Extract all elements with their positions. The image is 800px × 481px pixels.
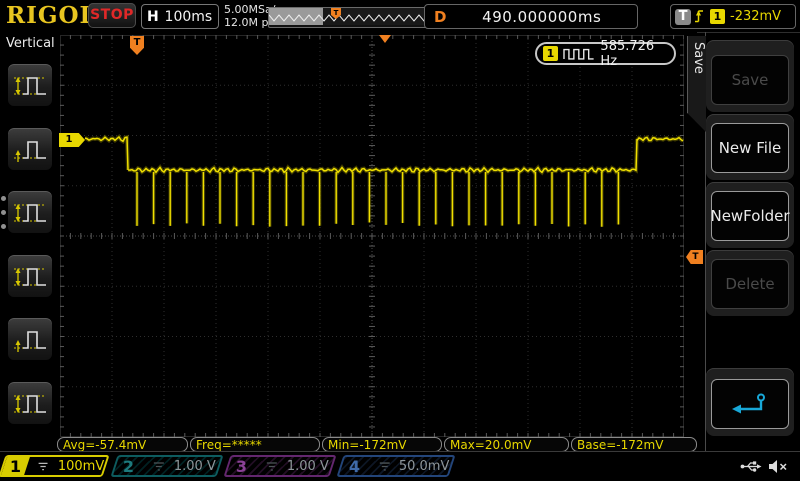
trigger-source-badge: 1 (710, 9, 725, 24)
sidebar-title: Vertical (6, 36, 55, 51)
trigger-box[interactable]: T 1 -232mV (670, 4, 796, 29)
svg-text:T: T (334, 9, 339, 17)
frequency-counter-badge: 1 585.726 Hz (535, 39, 676, 69)
counter-channel-badge: 1 (543, 46, 558, 61)
channel-1-number: 1 (1, 457, 31, 476)
rigol-logo: RIGOL (6, 2, 97, 29)
delay-position-marker[interactable] (379, 35, 391, 43)
sidebar-item-vbase[interactable] (7, 317, 53, 361)
channel-4-number: 4 (349, 456, 361, 476)
menu-button-back[interactable] (706, 368, 794, 436)
speaker-muted-icon[interactable] (768, 459, 788, 474)
run-state-badge[interactable]: STOP (88, 3, 136, 28)
top-status-bar: RIGOL STOP H 100ms 5.00MSa/s 12.0M pts T… (0, 0, 800, 33)
vertical-measure-sidebar: Vertical Vmax Vmin Vpp (0, 32, 57, 471)
ground-coupling-icon (267, 461, 277, 471)
trigger-level-marker[interactable]: T (686, 250, 703, 264)
measurement-base[interactable]: Base=-172mV (571, 437, 697, 452)
menu-button-delete-label: Delete (711, 259, 789, 309)
channel-2-badge[interactable]: 2 1.00 V (110, 455, 224, 477)
usb-icon (740, 461, 762, 472)
menu-button-new-file[interactable]: New File (706, 114, 794, 180)
sidebar-item-vpp[interactable] (7, 190, 53, 234)
page-indicator-dot (1, 196, 6, 201)
vamp-icon (14, 395, 46, 413)
delay-label: D (434, 7, 447, 26)
ground-coupling-icon (38, 462, 48, 470)
horizontal-timebase-box[interactable]: H 100ms (141, 4, 219, 29)
channel-2-number: 2 (123, 456, 135, 476)
square-wave-icon (563, 48, 594, 60)
channel1-waveform (84, 134, 684, 227)
vtop-icon (14, 268, 46, 286)
measurement-avg[interactable]: Avg=-57.4mV (57, 437, 188, 452)
page-indicator-dot (1, 210, 6, 215)
menu-button-save[interactable]: Save (706, 40, 794, 112)
vpp-icon (14, 204, 46, 222)
measurement-max[interactable]: Max=20.0mV (444, 437, 569, 452)
delay-value: 490.000000ms (482, 7, 602, 26)
channel-2-scale: 1.00 V (174, 458, 216, 474)
channel-3-number: 3 (236, 456, 248, 476)
sidebar-item-vmax[interactable] (7, 63, 53, 107)
menu-button-new-folder-label: NewFolder (710, 191, 790, 241)
sidebar-item-vtop[interactable] (7, 254, 53, 298)
return-arrow-icon (732, 393, 765, 414)
vmax-icon (14, 77, 46, 95)
trigger-level-value: -232mV (730, 9, 782, 24)
page-indicator-dot (1, 224, 6, 229)
channel-1-scale: 100mV (57, 458, 104, 474)
vbase-icon (14, 331, 46, 352)
channel-status-bar: 1 100mV 2 1.00 V 3 1.00 V 4 50.0mV (0, 451, 800, 481)
delay-box[interactable]: D 490.000000ms (424, 4, 638, 29)
ground-coupling-icon (379, 461, 390, 471)
channel-4-badge[interactable]: 4 50.0mV (336, 455, 456, 477)
ground-coupling-icon (154, 461, 164, 471)
vmin-icon (14, 141, 46, 162)
channel-1-badge[interactable]: 1 100mV (0, 455, 110, 477)
measurement-freq[interactable]: Freq=***** (190, 437, 320, 452)
channel-3-scale: 1.00 V (287, 458, 329, 474)
counter-frequency-value: 585.726 Hz (600, 38, 655, 69)
sidebar-item-vamp[interactable] (7, 381, 53, 425)
sidebar-item-vmin[interactable] (7, 127, 53, 171)
channel-4-scale: 50.0mV (399, 458, 450, 474)
channel-3-badge[interactable]: 3 1.00 V (223, 455, 337, 477)
menu-button-new-file-label: New File (711, 123, 789, 173)
waveform-display-area: T T 1 1 585.726 Hz Avg=-57.4mV Freq=****… (57, 32, 703, 452)
menu-button-delete[interactable]: Delete (706, 250, 794, 316)
menu-button-new-folder[interactable]: NewFolder (706, 182, 794, 248)
horizontal-label: H (147, 8, 159, 25)
menu-button-save-label: Save (711, 55, 789, 105)
rising-edge-icon (695, 10, 703, 23)
timebase-value: 100ms (164, 8, 213, 25)
measurement-min[interactable]: Min=-172mV (322, 437, 442, 452)
trigger-label: T (675, 8, 691, 25)
